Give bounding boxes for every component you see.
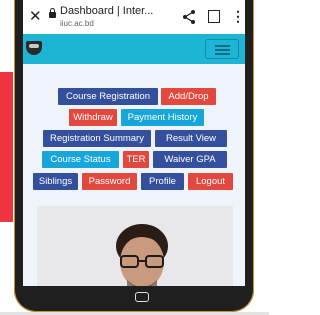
close-icon[interactable]: ✕ bbox=[29, 9, 42, 24]
home-icon[interactable] bbox=[135, 292, 149, 302]
add-drop-button[interactable]: Add/Drop bbox=[161, 88, 216, 105]
page-title: Dashboard | Inter... bbox=[60, 5, 154, 17]
hamburger-icon[interactable] bbox=[205, 39, 239, 59]
left-red-edge bbox=[0, 72, 13, 222]
profile-photo bbox=[37, 206, 233, 286]
page-url[interactable]: iiuc.ac.bd bbox=[60, 19, 94, 28]
waiver-gpa-button[interactable]: Waiver GPA bbox=[153, 151, 227, 168]
ter-button[interactable]: TER bbox=[123, 151, 149, 168]
share-icon[interactable] bbox=[181, 9, 197, 25]
more-vert-icon[interactable]: ⋮ bbox=[231, 9, 245, 23]
registration-summary-button[interactable]: Registration Summary bbox=[43, 130, 151, 147]
result-view-button[interactable]: Result View bbox=[155, 130, 227, 147]
payment-history-button[interactable]: Payment History bbox=[121, 109, 204, 126]
bookmark-icon[interactable] bbox=[208, 10, 220, 23]
avatar bbox=[116, 224, 168, 286]
phone-frame: ✕ Dashboard | Inter... iiuc.ac.bd ⋮ Cour… bbox=[14, 0, 254, 312]
site-navbar bbox=[23, 34, 245, 64]
course-status-button[interactable]: Course Status bbox=[42, 151, 119, 168]
lock-icon bbox=[49, 8, 56, 18]
password-button[interactable]: Password bbox=[82, 173, 137, 190]
profile-button[interactable]: Profile bbox=[141, 173, 184, 190]
phone-screen: ✕ Dashboard | Inter... iiuc.ac.bd ⋮ Cour… bbox=[23, 0, 245, 286]
withdraw-button[interactable]: Withdraw bbox=[69, 109, 117, 126]
browser-topbar: ✕ Dashboard | Inter... iiuc.ac.bd ⋮ bbox=[23, 0, 245, 34]
course-registration-button[interactable]: Course Registration bbox=[58, 88, 158, 105]
university-logo[interactable] bbox=[26, 41, 42, 55]
siblings-button[interactable]: Siblings bbox=[33, 173, 78, 190]
logout-button[interactable]: Logout bbox=[188, 173, 233, 190]
